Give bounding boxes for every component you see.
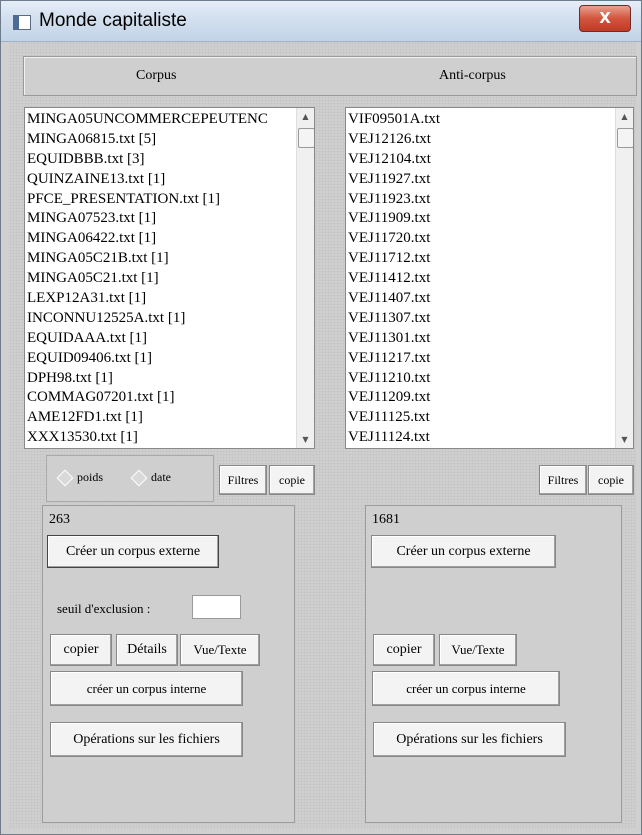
corpus-header: Corpus bbox=[136, 68, 177, 83]
anticorpus-create-internal-button[interactable]: créer un corpus interne bbox=[372, 671, 560, 706]
list-item[interactable]: VIF09501A.txt bbox=[348, 110, 615, 130]
title-bar[interactable]: Monde capitaliste X bbox=[1, 1, 641, 42]
list-item[interactable]: EQUIDBBB.txt [3] bbox=[27, 150, 296, 170]
list-item[interactable]: MINGA06422.txt [1] bbox=[27, 229, 296, 249]
corpus-copie-button[interactable]: copie bbox=[269, 465, 315, 495]
scroll-thumb[interactable] bbox=[617, 128, 633, 148]
list-item[interactable]: VEJ11720.txt bbox=[348, 229, 615, 249]
list-item[interactable]: MINGA05C21B.txt [1] bbox=[27, 249, 296, 269]
window-title: Monde capitaliste bbox=[39, 10, 187, 31]
list-item[interactable]: VEJ12104.txt bbox=[348, 150, 615, 170]
list-item[interactable]: AME12FD1.txt [1] bbox=[27, 408, 296, 428]
client-area: Corpus Anti-corpus MINGA05UNCOMMERCEPEUT… bbox=[9, 42, 637, 829]
create-internal-corpus-button[interactable]: créer un corpus interne bbox=[50, 671, 243, 706]
sort-options: poids date bbox=[46, 455, 214, 502]
list-item[interactable]: MINGA06815.txt [5] bbox=[27, 130, 296, 150]
list-item[interactable]: EQUIDAAA.txt [1] bbox=[27, 329, 296, 349]
anticorpus-scrollbar[interactable]: ▲ ▼ bbox=[615, 108, 633, 448]
corpus-vue-texte-button[interactable]: Vue/Texte bbox=[180, 634, 260, 666]
anticorpus-count: 1681 bbox=[372, 512, 400, 527]
list-item[interactable]: DPH98.txt [1] bbox=[27, 369, 296, 389]
threshold-label: seuil d'exclusion : bbox=[57, 601, 151, 616]
threshold-input[interactable] bbox=[192, 595, 241, 619]
app-icon bbox=[13, 15, 31, 30]
list-item[interactable]: COMMAG07201.txt [1] bbox=[27, 388, 296, 408]
list-item[interactable]: VEJ11307.txt bbox=[348, 309, 615, 329]
list-item[interactable]: VEJ11407.txt bbox=[348, 289, 615, 309]
scroll-up-arrow-icon[interactable]: ▲ bbox=[297, 108, 314, 125]
radio-diamond-icon bbox=[56, 469, 74, 487]
corpus-details-button[interactable]: Détails bbox=[116, 634, 178, 666]
sort-date-label: date bbox=[151, 470, 171, 484]
list-item[interactable]: VEJ11210.txt bbox=[348, 369, 615, 389]
corpus-count: 263 bbox=[49, 512, 70, 527]
anticorpus-copier-button[interactable]: copier bbox=[373, 634, 435, 666]
anticorpus-panel: 1681 Créer un corpus externe copier Vue/… bbox=[365, 505, 622, 823]
list-item[interactable]: MINGA07523.txt [1] bbox=[27, 209, 296, 229]
list-item[interactable]: VEJ11209.txt bbox=[348, 388, 615, 408]
corpus-items: MINGA05UNCOMMERCEPEUTENC MINGA06815.txt … bbox=[25, 108, 296, 448]
corpus-file-operations-button[interactable]: Opérations sur les fichiers bbox=[50, 722, 243, 757]
list-item[interactable]: MINGA05UNCOMMERCEPEUTENC bbox=[27, 110, 296, 130]
list-item[interactable]: VEJ12126.txt bbox=[348, 130, 615, 150]
anticorpus-vue-texte-button[interactable]: Vue/Texte bbox=[439, 634, 517, 666]
sort-date-radio[interactable]: date bbox=[130, 469, 171, 487]
anticorpus-copie-button[interactable]: copie bbox=[588, 465, 634, 495]
anticorpus-file-operations-button[interactable]: Opérations sur les fichiers bbox=[373, 722, 566, 757]
corpus-copier-button[interactable]: copier bbox=[50, 634, 112, 666]
list-item[interactable]: VEJ11217.txt bbox=[348, 349, 615, 369]
sort-poids-radio[interactable]: poids bbox=[56, 469, 104, 487]
scroll-down-arrow-icon[interactable]: ▼ bbox=[297, 431, 314, 448]
list-item[interactable]: VEJ11909.txt bbox=[348, 209, 615, 229]
list-item[interactable]: XXX13530.txt [1] bbox=[27, 428, 296, 448]
scroll-thumb[interactable] bbox=[298, 128, 314, 148]
radio-diamond-icon bbox=[130, 469, 148, 487]
anticorpus-listbox[interactable]: VIF09501A.txt VEJ12126.txt VEJ12104.txt … bbox=[345, 107, 634, 449]
corpus-filtres-button[interactable]: Filtres bbox=[219, 465, 267, 495]
list-item[interactable]: INCONNU12525A.txt [1] bbox=[27, 309, 296, 329]
sort-poids-label: poids bbox=[77, 470, 104, 484]
scroll-down-arrow-icon[interactable]: ▼ bbox=[616, 431, 633, 448]
close-button[interactable]: X bbox=[579, 5, 631, 32]
list-item[interactable]: MINGA05C21.txt [1] bbox=[27, 269, 296, 289]
anticorpus-filtres-button[interactable]: Filtres bbox=[539, 465, 587, 495]
list-item[interactable]: VEJ11923.txt bbox=[348, 190, 615, 210]
corpus-panel: 263 Créer un corpus externe seuil d'excl… bbox=[42, 505, 295, 823]
list-item[interactable]: QUINZAINE13.txt [1] bbox=[27, 170, 296, 190]
create-external-corpus-button[interactable]: Créer un corpus externe bbox=[47, 535, 219, 568]
anticorpus-header: Anti-corpus bbox=[439, 68, 506, 83]
list-item[interactable]: VEJ11412.txt bbox=[348, 269, 615, 289]
main-window: Monde capitaliste X Corpus Anti-corpus M… bbox=[0, 0, 642, 835]
anticorpus-create-external-button[interactable]: Créer un corpus externe bbox=[371, 535, 556, 568]
list-item[interactable]: VEJ11125.txt bbox=[348, 408, 615, 428]
list-item[interactable]: LEXP12A31.txt [1] bbox=[27, 289, 296, 309]
list-item[interactable]: VEJ11124.txt bbox=[348, 428, 615, 448]
column-header-bar: Corpus Anti-corpus bbox=[23, 56, 637, 96]
scroll-up-arrow-icon[interactable]: ▲ bbox=[616, 108, 633, 125]
list-item[interactable]: VEJ11927.txt bbox=[348, 170, 615, 190]
corpus-listbox[interactable]: MINGA05UNCOMMERCEPEUTENC MINGA06815.txt … bbox=[24, 107, 315, 449]
list-item[interactable]: VEJ11712.txt bbox=[348, 249, 615, 269]
list-item[interactable]: VEJ11301.txt bbox=[348, 329, 615, 349]
anticorpus-items: VIF09501A.txt VEJ12126.txt VEJ12104.txt … bbox=[346, 108, 615, 448]
corpus-scrollbar[interactable]: ▲ ▼ bbox=[296, 108, 314, 448]
list-item[interactable]: EQUID09406.txt [1] bbox=[27, 349, 296, 369]
list-item[interactable]: PFCE_PRESENTATION.txt [1] bbox=[27, 190, 296, 210]
